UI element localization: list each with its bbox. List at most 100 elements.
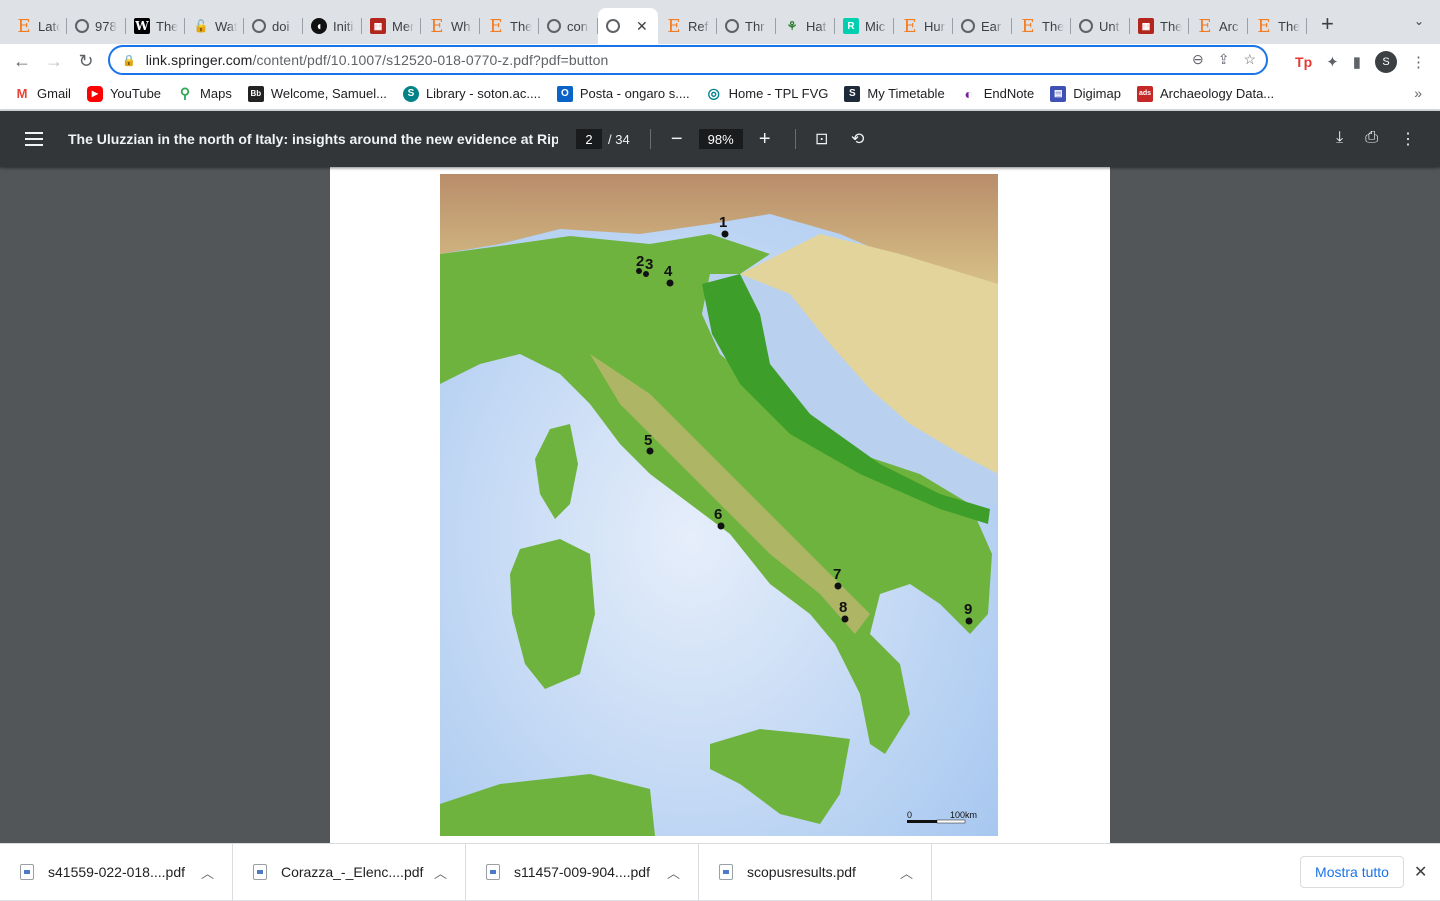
extension-tp-icon[interactable]: Tp <box>1295 54 1312 70</box>
back-arrow-icon[interactable]: ← <box>11 50 33 72</box>
download-item[interactable]: s41559-022-018....pdf ︿ <box>0 843 233 901</box>
bookmark-digimap[interactable]: ▤ Digimap <box>1050 85 1121 102</box>
browser-tab[interactable]: E Hur <box>894 8 953 44</box>
browser-tab[interactable]: R Mic <box>835 8 894 44</box>
browser-tab[interactable]: 978 <box>67 8 126 44</box>
browser-tab-active[interactable]: ✕ <box>598 8 658 44</box>
site-label-6: 6 <box>714 506 722 523</box>
share-icon[interactable]: ⇪ <box>1218 51 1230 68</box>
forward-arrow-icon[interactable]: → <box>43 50 65 72</box>
bookmark-ads[interactable]: ads Archaeology Data... <box>1136 85 1274 102</box>
close-icon[interactable]: ✕ <box>1414 862 1427 882</box>
pdf-file-icon <box>486 864 500 880</box>
site-marker-7 <box>834 582 842 590</box>
site-label-1: 1 <box>719 214 727 231</box>
download-icon[interactable]: ⤓ <box>1336 129 1343 149</box>
browser-menu-icon[interactable]: ⋮ <box>1411 53 1426 71</box>
fit-page-icon[interactable]: ⊡ <box>812 129 832 149</box>
rotate-icon[interactable]: ⟲ <box>848 129 868 149</box>
wiley-icon: W <box>134 18 150 34</box>
more-options-icon[interactable]: ⋮ <box>1400 129 1416 149</box>
download-item[interactable]: Corazza_-_Elenc....pdf ︿ <box>233 843 466 901</box>
bookmark-tpl[interactable]: ◎ Home - TPL FVG <box>706 85 829 102</box>
side-panel-icon[interactable]: ▮ <box>1353 53 1361 71</box>
show-all-button[interactable]: Mostra tutto <box>1300 856 1404 888</box>
pdf-viewer[interactable]: 1 2 3 4 5 6 7 8 9 0 100km <box>0 167 1440 843</box>
browser-tab[interactable]: ▦ The <box>1130 8 1189 44</box>
globe-icon <box>606 19 620 33</box>
maps-icon: ⚲ <box>179 85 191 101</box>
new-tab-button[interactable]: + <box>1321 11 1334 37</box>
browser-tab[interactable]: con <box>539 8 598 44</box>
chevron-up-icon[interactable]: ︿ <box>667 863 680 882</box>
more-bookmarks-icon[interactable]: » <box>1414 85 1422 101</box>
browser-tab[interactable]: E Arc <box>1189 8 1248 44</box>
site-marker-1 <box>721 230 729 238</box>
page-number-input[interactable]: 2 <box>576 129 602 149</box>
site-marker-9 <box>965 617 973 625</box>
timetable-icon: S <box>844 85 861 102</box>
zoom-input[interactable]: 98% <box>698 129 743 149</box>
bookmark-youtube[interactable]: ▶ YouTube <box>86 85 161 102</box>
chevron-up-icon[interactable]: ︿ <box>201 863 214 882</box>
browser-tab[interactable]: E The <box>1012 8 1071 44</box>
download-item[interactable]: s11457-009-904....pdf ︿ <box>466 843 699 901</box>
browser-tab[interactable]: E Late <box>8 8 67 44</box>
zoom-out-button[interactable]: − <box>667 128 687 151</box>
extensions-puzzle-icon[interactable]: ✦ <box>1326 53 1339 71</box>
elsevier-icon: E <box>430 15 444 37</box>
lock-icon[interactable]: 🔒 <box>122 54 136 67</box>
browser-tab[interactable]: doi <box>244 8 303 44</box>
browser-tab[interactable]: Unt <box>1071 8 1130 44</box>
tab-search-chevron-icon[interactable]: ⌄ <box>1414 14 1424 28</box>
document-title: The Uluzzian in the north of Italy: insi… <box>68 131 558 147</box>
map-of-italy: 1 2 3 4 5 6 7 8 9 0 100km <box>440 174 998 836</box>
pdf-file-icon <box>719 864 733 880</box>
reload-icon[interactable]: ↻ <box>75 50 97 72</box>
bookmark-maps[interactable]: ⚲ Maps <box>177 85 232 102</box>
browser-tab[interactable]: W The <box>126 8 185 44</box>
download-item[interactable]: scopusresults.pdf ︿ <box>699 843 932 901</box>
print-icon[interactable]: ⎙ <box>1365 129 1378 149</box>
bookmark-gmail[interactable]: M Gmail <box>14 86 71 102</box>
bookmark-timetable[interactable]: S My Timetable <box>844 85 945 102</box>
browser-tab[interactable]: E The <box>480 8 539 44</box>
address-bar[interactable]: 🔒 link.springer.com/content/pdf/10.1007/… <box>108 45 1268 75</box>
avatar[interactable]: S <box>1375 51 1397 73</box>
library-icon: ▦ <box>370 18 386 34</box>
site-label-8: 8 <box>839 599 847 616</box>
page-total: / 34 <box>608 131 630 147</box>
url-text[interactable]: link.springer.com/content/pdf/10.1007/s1… <box>146 52 609 68</box>
browser-tab[interactable]: E Ref <box>658 8 717 44</box>
browser-tab[interactable]: Ear <box>953 8 1012 44</box>
zoom-in-button[interactable]: + <box>755 128 775 151</box>
browser-tab[interactable]: E The <box>1248 8 1307 44</box>
url-path: /content/pdf/10.1007/s12520-018-0770-z.p… <box>252 52 609 68</box>
toolbar-divider <box>794 129 796 149</box>
browser-tab[interactable]: ◖ Initi <box>303 8 362 44</box>
browser-tab[interactable]: ▦ Mer <box>362 8 421 44</box>
bookmark-blackboard[interactable]: Bb Welcome, Samuel... <box>247 85 387 102</box>
bookmark-library[interactable]: S Library - soton.ac.... <box>402 85 541 102</box>
browser-tab[interactable]: Thr <box>717 8 776 44</box>
youtube-icon: ▶ <box>86 85 103 102</box>
zoom-out-icon[interactable]: ⊖ <box>1192 51 1204 68</box>
scale-label-end: 100km <box>950 810 977 820</box>
browser-tab[interactable]: E Wh <box>421 8 480 44</box>
tab-strip: E Late 978 W The 🔓 Wat doi ◖ Initi ▦ Mer E Wh … <box>0 0 1440 44</box>
browser-tab[interactable]: ⚘ Hat <box>776 8 835 44</box>
downloads-bar: s41559-022-018....pdf ︿ Corazza_-_Elenc..… <box>0 843 1440 901</box>
globe-icon <box>1079 19 1093 33</box>
bookmark-endnote[interactable]: ◐ EndNote <box>961 86 1034 102</box>
globe-icon <box>252 19 266 33</box>
browser-tab[interactable]: 🔓 Wat <box>185 8 244 44</box>
chevron-up-icon[interactable]: ︿ <box>434 863 447 882</box>
close-tab-icon[interactable]: ✕ <box>636 18 648 35</box>
globe-icon <box>725 19 739 33</box>
chevron-up-icon[interactable]: ︿ <box>900 863 913 882</box>
menu-icon[interactable] <box>25 132 43 146</box>
bookmark-posta[interactable]: O Posta - ongaro s.... <box>556 85 690 102</box>
bookmark-star-icon[interactable]: ☆ <box>1243 51 1256 68</box>
bookmarks-bar: M Gmail ▶ YouTube ⚲ Maps Bb Welcome, Samuel.… <box>0 78 1440 110</box>
url-host: link.springer.com <box>145 52 253 68</box>
